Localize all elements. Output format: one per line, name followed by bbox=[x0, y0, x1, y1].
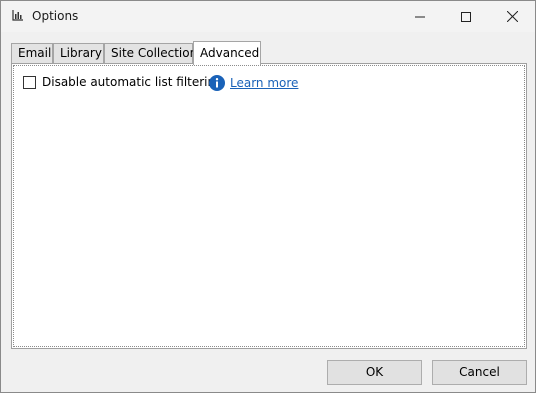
minimize-icon bbox=[415, 16, 425, 17]
chart-icon bbox=[12, 10, 23, 21]
focus-rectangle: Disable automatic list filtering Learn m… bbox=[13, 65, 525, 347]
maximize-icon bbox=[461, 11, 471, 22]
title-bar: Options bbox=[1, 1, 535, 32]
minimize-button[interactable] bbox=[397, 1, 443, 32]
options-dialog: Options Email Library Site Collection Ad… bbox=[0, 0, 536, 393]
close-icon bbox=[506, 11, 518, 22]
close-button[interactable] bbox=[489, 1, 535, 32]
tab-advanced[interactable]: Advanced bbox=[193, 41, 261, 65]
maximize-button[interactable] bbox=[443, 1, 489, 32]
tab-library[interactable]: Library bbox=[53, 43, 104, 63]
tab-email[interactable]: Email bbox=[11, 43, 53, 63]
tab-site-collection[interactable]: Site Collection bbox=[104, 43, 197, 63]
disable-filtering-label[interactable]: Disable automatic list filtering bbox=[42, 75, 223, 89]
learn-more-link[interactable]: Learn more bbox=[230, 76, 298, 90]
window-title: Options bbox=[32, 9, 79, 23]
advanced-tab-panel: Disable automatic list filtering Learn m… bbox=[11, 63, 527, 349]
info-icon bbox=[209, 75, 225, 91]
ok-button[interactable]: OK bbox=[327, 360, 422, 385]
cancel-button[interactable]: Cancel bbox=[432, 360, 527, 385]
disable-filtering-checkbox[interactable] bbox=[23, 76, 36, 89]
